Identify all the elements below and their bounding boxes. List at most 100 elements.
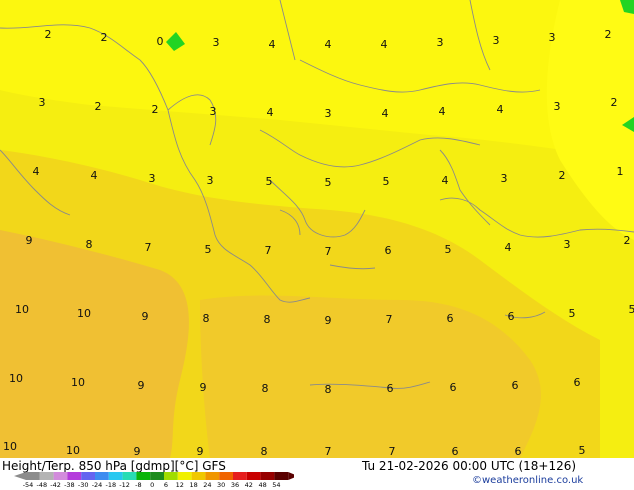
value-label: 7: [325, 445, 332, 458]
value-label: 7: [325, 245, 332, 258]
value-label: 3: [564, 238, 571, 251]
value-label: 5: [569, 307, 576, 320]
value-label: 3: [213, 36, 220, 49]
temperature-map: 2 2 0 3 4 4 4 3 3 3 2 3 2 2 3 4 3 4 4 4 3 2 4 4 3 3 5 5 5 4 3 2 1 9 8 7 5 7 7 6…: [0, 0, 634, 458]
scale-tick-label: -48: [36, 481, 47, 488]
value-label: 5: [205, 243, 212, 256]
color-swatch: [81, 472, 95, 480]
value-label: 2: [559, 169, 566, 182]
color-swatch: [191, 472, 206, 480]
value-label: 4: [381, 38, 388, 51]
value-label: 8: [325, 383, 332, 396]
color-swatch: [260, 472, 275, 480]
value-label: 10: [77, 307, 91, 320]
value-label: 5: [445, 243, 452, 256]
value-label: 3: [549, 31, 556, 44]
value-label: 4: [325, 38, 332, 51]
color-swatch: [177, 472, 192, 480]
color-swatch: [136, 472, 151, 480]
color-swatch: [150, 472, 164, 480]
scale-tick-label: -8: [135, 481, 141, 488]
color-swatch: [95, 472, 109, 480]
value-label: 2: [101, 31, 108, 44]
color-swatch: [108, 472, 123, 480]
value-label: 2: [152, 103, 159, 116]
scale-tick-label: -24: [92, 481, 103, 488]
value-label: 6: [512, 379, 519, 392]
value-label: 8: [203, 312, 210, 325]
scale-tick-label: -18: [105, 481, 116, 488]
value-label: 4: [382, 107, 389, 120]
value-label: 4: [267, 106, 274, 119]
color-swatch: [233, 472, 247, 480]
value-label: 9: [138, 379, 145, 392]
scale-tick-label: 12: [176, 481, 184, 488]
scale-tick-label: 30: [217, 481, 225, 488]
value-label: 8: [261, 445, 268, 458]
value-label: 1: [617, 165, 624, 178]
value-label: 2: [95, 100, 102, 113]
color-swatch: [274, 472, 289, 480]
value-label: 7: [389, 445, 396, 458]
value-label: 3: [493, 34, 500, 47]
scale-tick-label: 18: [189, 481, 197, 488]
color-swatch: [246, 472, 261, 480]
value-label: 4: [33, 165, 40, 178]
color-swatch: [67, 472, 82, 480]
value-label: 2: [45, 28, 52, 41]
scale-arrow-right: [288, 472, 294, 480]
value-label: 6: [450, 381, 457, 394]
value-label: 6: [385, 244, 392, 257]
value-label: 10: [3, 440, 17, 453]
scale-tick-label: 36: [231, 481, 239, 488]
value-label: 2: [605, 28, 612, 41]
value-label: 8: [262, 382, 269, 395]
value-label: 9: [200, 381, 207, 394]
value-label: 6: [387, 382, 394, 395]
value-label: 3: [554, 100, 561, 113]
value-label: 9: [197, 445, 204, 458]
footer-bar: Height/Terp. 850 hPa [gdmp][°C] GFS Tu 2…: [0, 458, 634, 490]
value-label: 6: [508, 310, 515, 323]
value-label: 10: [15, 303, 29, 316]
value-label: 3: [501, 172, 508, 185]
value-label: 3: [325, 107, 332, 120]
scale-tick-label: 24: [203, 481, 211, 488]
value-label: 7: [386, 313, 393, 326]
value-label: 4: [91, 169, 98, 182]
credit-link[interactable]: ©weatheronline.co.uk: [472, 475, 583, 486]
scale-tick-label: 0: [150, 481, 154, 488]
value-label: 4: [439, 105, 446, 118]
value-label: 6: [574, 376, 581, 389]
scale-tick-label: 42: [245, 481, 253, 488]
value-label: 5: [579, 444, 586, 457]
value-label: 7: [145, 241, 152, 254]
value-label: 5: [383, 175, 390, 188]
scale-tick-label: 6: [164, 481, 168, 488]
value-label: 6: [452, 445, 459, 458]
value-label: 6: [447, 312, 454, 325]
value-label: 0: [157, 35, 164, 48]
value-label: 8: [86, 238, 93, 251]
value-label: 4: [505, 241, 512, 254]
value-label: 3: [207, 174, 214, 187]
scale-tick-label: -54: [23, 481, 34, 488]
map-panel: 2203444333232234344432443355543219875776…: [0, 0, 634, 490]
value-label: 10: [9, 372, 23, 385]
color-swatch: [53, 472, 68, 480]
scale-tick-label: -12: [119, 481, 130, 488]
value-label: 2: [624, 234, 631, 247]
value-label: 6: [515, 445, 522, 458]
value-label: 7: [265, 244, 272, 257]
value-label: 8: [264, 313, 271, 326]
value-label: 9: [26, 234, 33, 247]
scale-tick-label: -38: [64, 481, 75, 488]
color-swatch: [39, 472, 54, 480]
value-label: 10: [71, 376, 85, 389]
color-swatch: [219, 472, 233, 480]
value-label: 9: [325, 314, 332, 327]
value-label: 5: [629, 303, 634, 316]
scale-tick-label: -42: [50, 481, 61, 488]
value-label: 9: [134, 445, 141, 458]
value-label: 5: [325, 176, 332, 189]
